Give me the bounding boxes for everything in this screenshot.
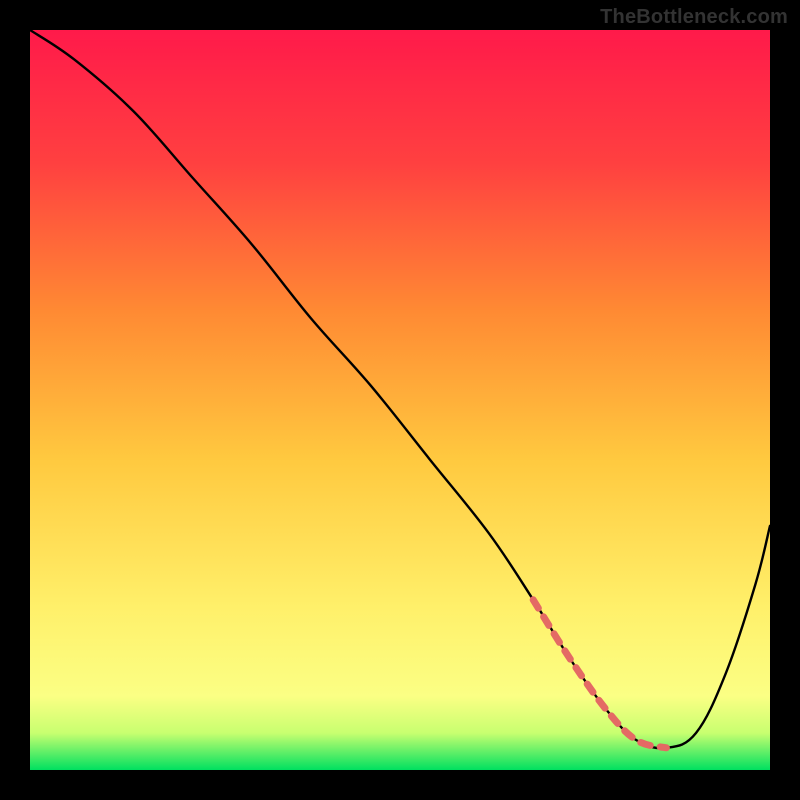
gradient-background [30, 30, 770, 770]
chart-svg [30, 30, 770, 770]
chart-frame: TheBottleneck.com [0, 0, 800, 800]
plot-area [30, 30, 770, 770]
watermark-text: TheBottleneck.com [600, 6, 788, 29]
